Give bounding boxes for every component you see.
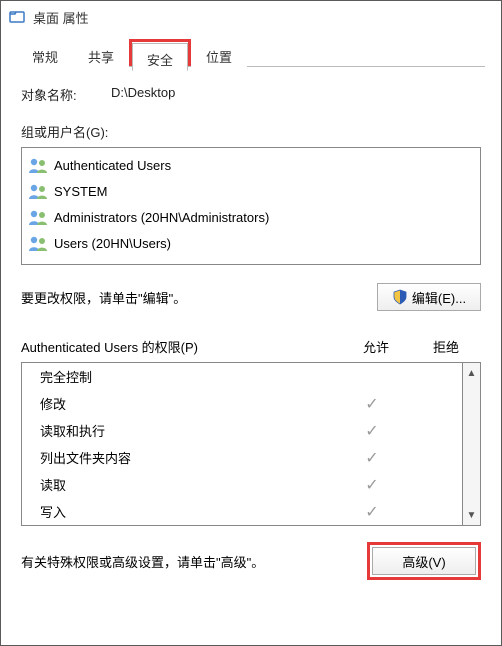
tab-3[interactable]: 位置 <box>191 40 247 68</box>
object-name-value: D:\Desktop <box>111 85 175 104</box>
list-item-label: Authenticated Users <box>54 158 171 173</box>
advanced-button[interactable]: 高级(V) <box>372 547 476 575</box>
permissions-listbox[interactable]: 完全控制修改✓读取和执行✓列出文件夹内容✓读取✓写入✓ <box>21 362 463 526</box>
permissions-scrollbar[interactable]: ▲ ▼ <box>463 362 481 526</box>
permission-row: 完全控制 <box>22 363 462 390</box>
content-area: 常规 共享 安全 位置 对象名称: D:\Desktop 组或用户名(G): Auth… <box>1 33 501 600</box>
tab-2[interactable]: 安全 <box>132 43 188 71</box>
permissions-header: Authenticated Users 的权限(P) 允许 拒绝 <box>21 337 481 356</box>
scroll-up-arrow-icon[interactable]: ▲ <box>463 363 480 383</box>
tab-label: 安全 <box>147 50 173 69</box>
permission-row: 读取和执行✓ <box>22 417 462 444</box>
list-item[interactable]: Users (20HN\Users) <box>28 230 474 256</box>
permission-name: 列出文件夹内容 <box>22 448 342 467</box>
permission-row: 写入✓ <box>22 498 462 525</box>
properties-dialog: 桌面 属性 常规 共享 安全 位置 对象名称: D:\Desktop 组或用户名(G)… <box>0 0 502 646</box>
window-title: 桌面 属性 <box>33 8 89 27</box>
permission-allow-check-icon: ✓ <box>342 502 402 522</box>
permission-row: 读取✓ <box>22 471 462 498</box>
security-tab-pane: 对象名称: D:\Desktop 组或用户名(G): Authenticated… <box>17 67 485 584</box>
edit-hint: 要更改权限，请单击"编辑"。 <box>21 288 186 307</box>
object-name-row: 对象名称: D:\Desktop <box>21 85 481 104</box>
permission-name: 完全控制 <box>22 367 342 386</box>
folder-icon <box>9 9 25 25</box>
tab-label: 共享 <box>88 47 114 66</box>
uac-shield-icon <box>392 289 408 305</box>
permission-row: 修改✓ <box>22 390 462 417</box>
edit-row: 要更改权限，请单击"编辑"。 编辑(E)... <box>21 283 481 311</box>
list-item-label: Users (20HN\Users) <box>54 236 171 251</box>
permission-allow-check-icon: ✓ <box>342 475 402 495</box>
permissions-wrapper: 完全控制修改✓读取和执行✓列出文件夹内容✓读取✓写入✓ ▲ ▼ <box>21 362 481 526</box>
permissions-col-deny: 拒绝 <box>411 337 481 356</box>
permission-name: 读取 <box>22 475 342 494</box>
permission-allow-check-icon: ✓ <box>342 421 402 441</box>
edit-button[interactable]: 编辑(E)... <box>377 283 481 311</box>
advanced-highlight: 高级(V) <box>367 542 481 580</box>
groups-label: 组或用户名(G): <box>21 122 481 141</box>
edit-button-label: 编辑(E)... <box>412 288 466 307</box>
permissions-header-label: Authenticated Users 的权限(P) <box>21 337 341 356</box>
list-item-label: SYSTEM <box>54 184 107 199</box>
object-name-label: 对象名称: <box>21 85 111 104</box>
advanced-hint: 有关特殊权限或高级设置，请单击"高级"。 <box>21 552 264 571</box>
permission-allow-check-icon: ✓ <box>342 394 402 414</box>
titlebar[interactable]: 桌面 属性 <box>1 1 501 33</box>
permissions-col-allow: 允许 <box>341 337 411 356</box>
tab-strip: 常规 共享 安全 位置 <box>17 39 485 67</box>
scroll-down-arrow-icon[interactable]: ▼ <box>463 505 480 525</box>
users-group-icon <box>28 182 50 200</box>
list-item[interactable]: Administrators (20HN\Administrators) <box>28 204 474 230</box>
tab-label: 位置 <box>206 47 232 66</box>
list-item-label: Administrators (20HN\Administrators) <box>54 210 269 225</box>
tab-label: 常规 <box>32 47 58 66</box>
groups-listbox[interactable]: Authenticated Users SYSTEM Administrators … <box>21 147 481 265</box>
advanced-button-label: 高级(V) <box>402 552 445 571</box>
tab-0[interactable]: 常规 <box>17 40 73 68</box>
users-group-icon <box>28 234 50 252</box>
permission-row: 列出文件夹内容✓ <box>22 444 462 471</box>
list-item[interactable]: Authenticated Users <box>28 152 474 178</box>
tab-1[interactable]: 共享 <box>73 40 129 68</box>
users-group-icon <box>28 156 50 174</box>
permission-allow-check-icon: ✓ <box>342 448 402 468</box>
advanced-row: 有关特殊权限或高级设置，请单击"高级"。 高级(V) <box>21 542 481 580</box>
permission-name: 修改 <box>22 394 342 413</box>
permission-name: 写入 <box>22 502 342 521</box>
permission-name: 读取和执行 <box>22 421 342 440</box>
list-item[interactable]: SYSTEM <box>28 178 474 204</box>
users-group-icon <box>28 208 50 226</box>
